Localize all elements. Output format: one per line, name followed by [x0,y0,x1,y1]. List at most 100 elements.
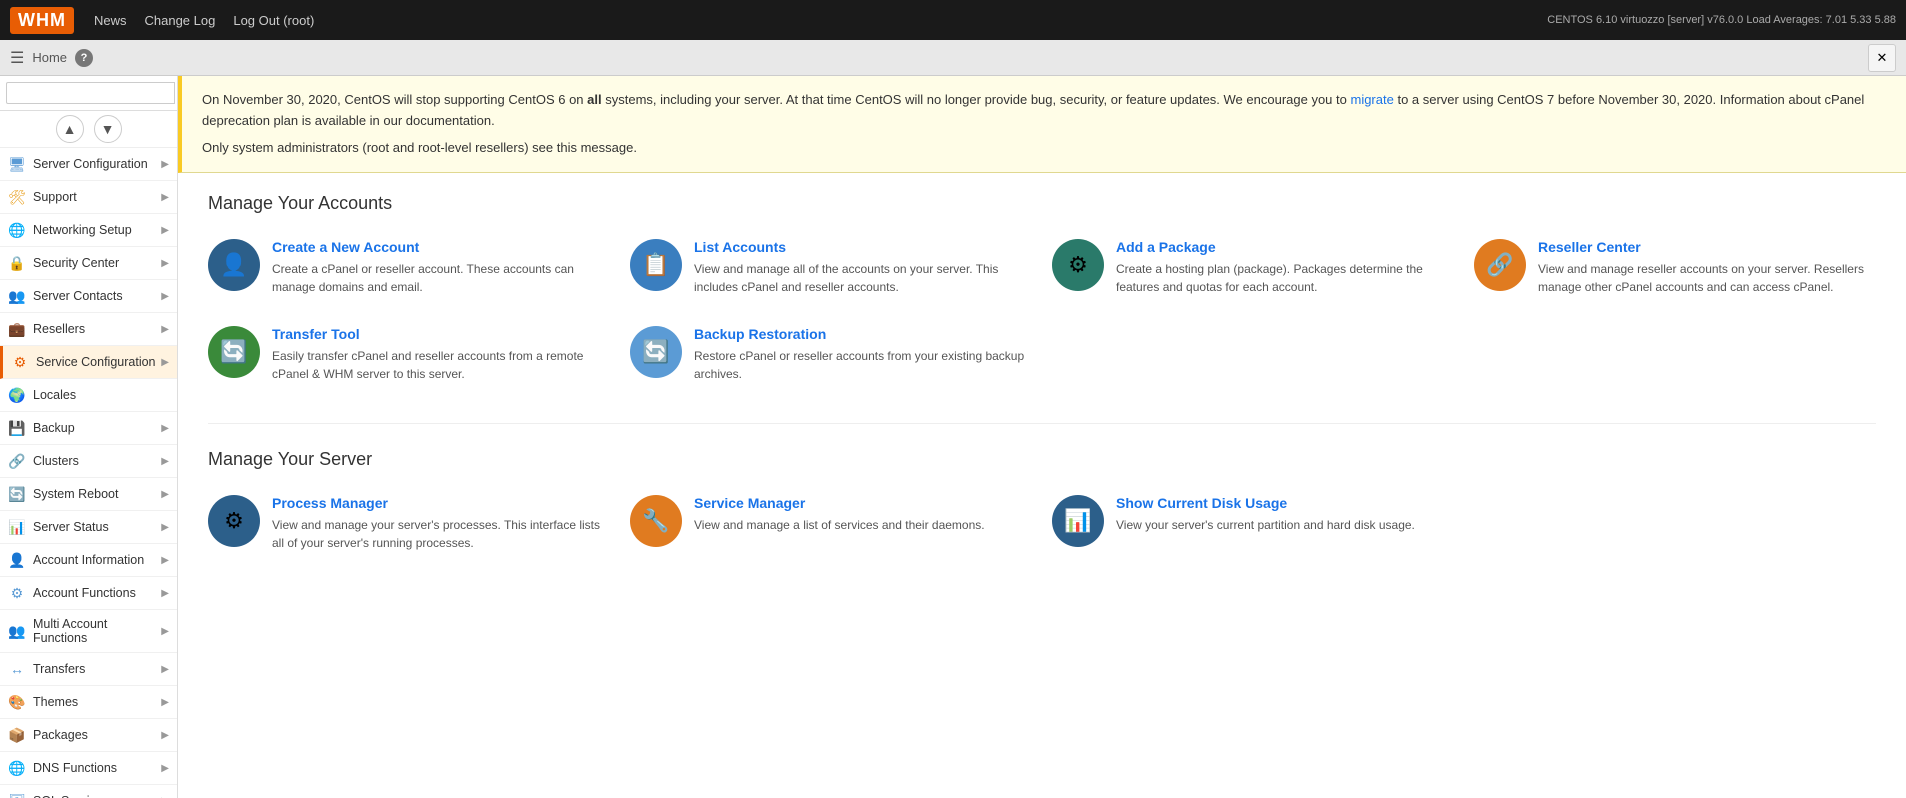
sidebar-item-packages[interactable]: 📦 Packages ▶ [0,719,177,752]
sidebar-icon-multiacc: 👥 [8,622,26,640]
hamburger-icon[interactable]: ☰ [10,48,24,68]
sidebar-label: Backup [33,421,161,435]
sidebar-icon-network: 🌐 [8,221,26,239]
sidebar-item-reboot[interactable]: 🔄 System Reboot ▶ [0,478,177,511]
card-title[interactable]: Show Current Disk Usage [1116,495,1415,511]
sidebar-item-server[interactable]: 🖥 Server Configuration ▶ [0,148,177,181]
sidebar-label: Server Contacts [33,289,161,303]
sidebar-icon-backup: 💾 [8,419,26,437]
sidebar-arrow: ▶ [161,588,169,599]
sidebar-label: Multi Account Functions [33,617,161,645]
search-input[interactable] [6,82,175,104]
card-title[interactable]: List Accounts [694,239,1032,255]
sidebar-item-network[interactable]: 🌐 Networking Setup ▶ [0,214,177,247]
card-desc: Create a cPanel or reseller account. The… [272,260,610,296]
sidebar-arrow: ▶ [161,357,169,368]
sidebar-icon-account: 👤 [8,551,26,569]
sidebar-icon-packages: 📦 [8,726,26,744]
account-card-3: 🔗 Reseller Center View and manage resell… [1474,234,1876,301]
sidebar-item-resellers[interactable]: 💼 Resellers ▶ [0,313,177,346]
card-desc: View and manage a list of services and t… [694,516,985,534]
sidebar-item-multiacc[interactable]: 👥 Multi Account Functions ▶ [0,610,177,653]
sidebar-item-backup[interactable]: 💾 Backup ▶ [0,412,177,445]
sidebar-label: Themes [33,695,161,709]
close-button[interactable]: ✕ [1868,44,1896,72]
card-desc: Restore cPanel or reseller accounts from… [694,347,1032,383]
sidebar-icon-transfers: ↔ [8,660,26,678]
sidebar-label: Account Information [33,553,161,567]
section-divider [208,423,1876,424]
card-title[interactable]: Transfer Tool [272,326,610,342]
card-title[interactable]: Create a New Account [272,239,610,255]
sidebar-arrow: ▶ [161,258,169,269]
sidebar-label: System Reboot [33,487,161,501]
help-icon[interactable]: ? [75,49,93,67]
card-title[interactable]: Backup Restoration [694,326,1032,342]
sidebar-arrow: ▶ [161,730,169,741]
sidebar-arrow: ▶ [161,159,169,170]
sidebar-item-contacts[interactable]: 👥 Server Contacts ▶ [0,280,177,313]
card-desc: View your server's current partition and… [1116,516,1415,534]
card-body: Transfer Tool Easily transfer cPanel and… [272,326,610,383]
sidebar-arrow: ▶ [161,522,169,533]
sidebar-label: Server Status [33,520,161,534]
sidebar-icon-contacts: 👥 [8,287,26,305]
server-card-1: 🔧 Service Manager View and manage a list… [630,490,1032,557]
sidebar-item-service[interactable]: ⚙ Service Configuration ▶ [0,346,177,379]
sidebar-label: Networking Setup [33,223,161,237]
sidebar-item-clusters[interactable]: 🔗 Clusters ▶ [0,445,177,478]
card-desc: Create a hosting plan (package). Package… [1116,260,1454,296]
sidebar-item-dns[interactable]: 🌐 DNS Functions ▶ [0,752,177,785]
server-card-2: 📊 Show Current Disk Usage View your serv… [1052,490,1454,557]
sidebar-item-transfers[interactable]: ↔ Transfers ▶ [0,653,177,686]
topbar-links: News Change Log Log Out (root) [94,13,314,28]
account-card-5: 🔄 Backup Restoration Restore cPanel or r… [630,321,1032,388]
sidebar-item-sql[interactable]: 🗄 SQL Services ▶ [0,785,177,798]
sidebar-icon-support: 🛠 [8,188,26,206]
sidebar-label: Clusters [33,454,161,468]
sidebar-item-accfunc[interactable]: ⚙ Account Functions ▶ [0,577,177,610]
sidebar-icon-service: ⚙ [11,353,29,371]
card-body: List Accounts View and manage all of the… [694,239,1032,296]
card-desc: View and manage reseller accounts on you… [1538,260,1876,296]
accounts-cards-grid: 👤 Create a New Account Create a cPanel o… [208,234,1876,388]
manage-accounts-title: Manage Your Accounts [208,193,1876,214]
card-title[interactable]: Reseller Center [1538,239,1876,255]
card-body: Reseller Center View and manage reseller… [1538,239,1876,296]
card-title[interactable]: Process Manager [272,495,610,511]
account-card-1: 📋 List Accounts View and manage all of t… [630,234,1032,301]
sidebar-icon-locales: 🌍 [8,386,26,404]
sidebar-search-bar: 🔍 [0,76,177,111]
sidebar-label: Packages [33,728,161,742]
sidebar-arrow: ▶ [161,192,169,203]
sidebar-item-themes[interactable]: 🎨 Themes ▶ [0,686,177,719]
card-desc: View and manage all of the accounts on y… [694,260,1032,296]
sidebar-icon-themes: 🎨 [8,693,26,711]
sidebar-item-account[interactable]: 👤 Account Information ▶ [0,544,177,577]
nav-news[interactable]: News [94,13,127,28]
nav-logout[interactable]: Log Out (root) [233,13,314,28]
card-title[interactable]: Add a Package [1116,239,1454,255]
alert-line2: Only system administrators (root and roo… [202,138,1886,159]
sidebar-label: Server Configuration [33,157,161,171]
sidebar-up-arrow[interactable]: ▲ [56,115,84,143]
sidebar-icon-clusters: 🔗 [8,452,26,470]
card-title[interactable]: Service Manager [694,495,985,511]
sidebar-icon-dns: 🌐 [8,759,26,777]
home-link[interactable]: Home [32,50,67,65]
alert-banner: On November 30, 2020, CentOS will stop s… [178,76,1906,173]
sidebar-item-status[interactable]: 📊 Server Status ▶ [0,511,177,544]
sidebar-arrow: ▶ [161,697,169,708]
whm-logo: WHM [10,7,74,34]
sidebar-item-support[interactable]: 🛠 Support ▶ [0,181,177,214]
sidebar-down-arrow[interactable]: ▼ [94,115,122,143]
sidebar-arrow: ▶ [161,664,169,675]
migrate-link[interactable]: migrate [1350,92,1393,107]
nav-changelog[interactable]: Change Log [145,13,216,28]
sidebar-item-security[interactable]: 🔒 Security Center ▶ [0,247,177,280]
server-card-0: ⚙ Process Manager View and manage your s… [208,490,610,557]
sidebar-item-locales[interactable]: 🌍 Locales [0,379,177,412]
sidebar-arrow: ▶ [161,489,169,500]
content-area: On November 30, 2020, CentOS will stop s… [178,76,1906,798]
sidebar-label: Service Configuration [36,355,161,369]
